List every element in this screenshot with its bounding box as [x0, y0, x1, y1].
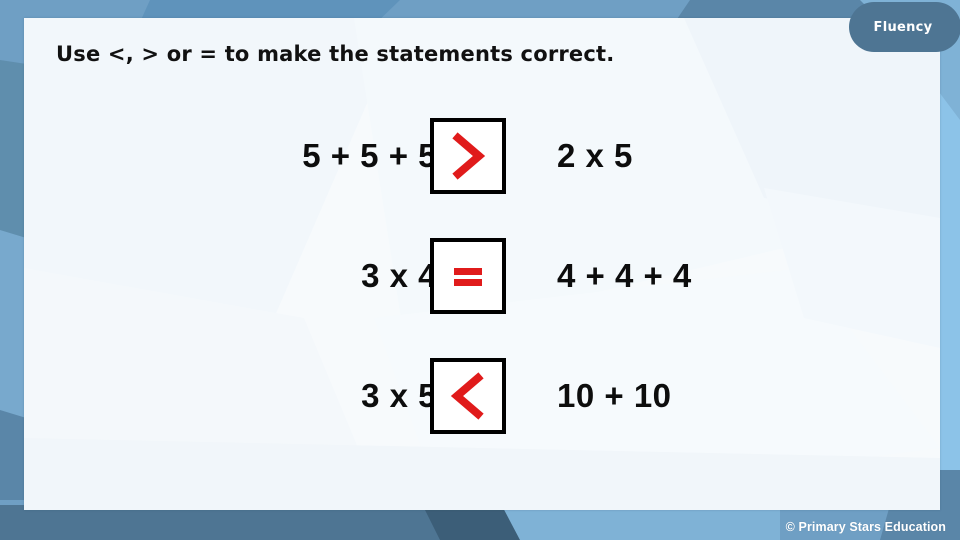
statement-left-expression: 3 x 4 [361, 257, 437, 294]
statement-row: 3 x 4 4 + 4 + 4 [0, 238, 960, 314]
statement-right-expression: 10 + 10 [557, 377, 672, 414]
comparison-box[interactable] [430, 238, 506, 314]
statement-right-expression: 4 + 4 + 4 [557, 257, 692, 294]
footer-credit: © Primary Stars Education [785, 520, 946, 534]
slide-canvas: Use <, > or = to make the statements cor… [0, 0, 960, 540]
comparison-box[interactable] [430, 118, 506, 194]
equals-icon [449, 252, 487, 300]
statement-row: 3 x 5 10 + 10 [0, 358, 960, 434]
less-than-icon [449, 372, 487, 420]
statements-list: 5 + 5 + 5 2 x 5 3 x 4 4 + 4 + 4 3 x 5 10… [0, 0, 960, 540]
statement-row: 5 + 5 + 5 2 x 5 [0, 118, 960, 194]
statement-right-expression: 2 x 5 [557, 137, 633, 174]
statement-left-expression: 3 x 5 [361, 377, 437, 414]
comparison-box[interactable] [430, 358, 506, 434]
greater-than-icon [449, 132, 487, 180]
statement-left-expression: 5 + 5 + 5 [302, 137, 437, 174]
